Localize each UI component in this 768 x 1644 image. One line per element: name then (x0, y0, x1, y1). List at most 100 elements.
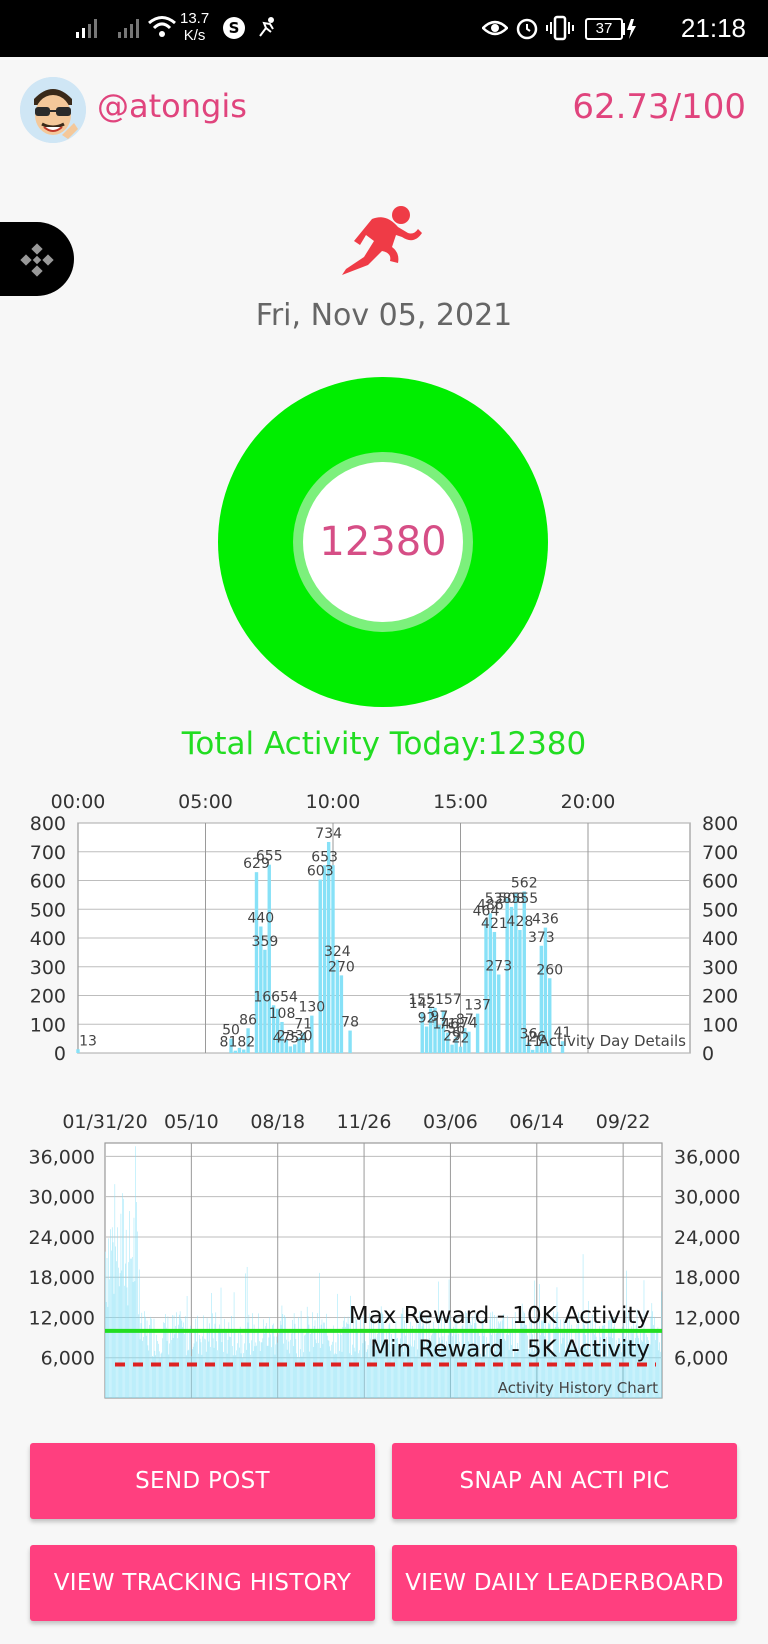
data-label: 74 (460, 1016, 478, 1032)
history-bar (161, 1352, 163, 1398)
history-bar (262, 1338, 264, 1398)
y-tick-label: 30,000 (29, 1187, 95, 1209)
chart-bar (458, 1046, 463, 1053)
history-bar (307, 1316, 309, 1398)
chart-bar (424, 1026, 429, 1053)
history-bar (296, 1353, 297, 1398)
history-bar (353, 1347, 355, 1398)
history-bar (319, 1272, 320, 1398)
y-tick-label: 700 (30, 842, 66, 864)
data-label: 86 (239, 1012, 257, 1028)
history-bar (155, 1355, 157, 1398)
y-tick-label: 200 (30, 986, 66, 1008)
history-bar (252, 1313, 253, 1398)
data-label: 421 (481, 916, 508, 932)
ring-inner-band: 12380 (293, 452, 473, 632)
history-bar (331, 1344, 332, 1398)
history-bar (151, 1355, 153, 1398)
history-bar (220, 1287, 222, 1398)
vibrate-icon (546, 15, 574, 41)
history-bar (131, 1256, 133, 1398)
history-bar (175, 1325, 177, 1398)
history-bar (310, 1334, 311, 1398)
history-bar (283, 1343, 284, 1398)
history-bar (140, 1323, 142, 1398)
history-bar (270, 1334, 271, 1398)
history-bar (415, 1356, 417, 1398)
chart-bar (318, 879, 322, 1053)
history-bar (214, 1323, 216, 1398)
history-bar (306, 1331, 307, 1398)
history-bar (358, 1353, 359, 1398)
history-bar (105, 1251, 106, 1398)
history-bar (191, 1356, 192, 1398)
history-bar (109, 1279, 110, 1398)
side-floating-tab[interactable] (0, 222, 74, 296)
history-bar (165, 1314, 166, 1398)
history-bar (184, 1334, 185, 1398)
history-bar (286, 1339, 287, 1398)
history-bar (192, 1349, 193, 1398)
data-label: 108 (269, 1006, 296, 1022)
history-bar (271, 1347, 272, 1398)
data-label: 13 (79, 1033, 97, 1049)
history-bar (255, 1342, 257, 1398)
signal-icon (118, 19, 139, 38)
y-tick-label-right: 600 (702, 871, 738, 893)
history-bar (130, 1258, 131, 1398)
history-bar (113, 1293, 115, 1398)
history-bar (134, 1281, 136, 1398)
history-bar (335, 1342, 337, 1398)
data-label: 359 (252, 934, 279, 950)
history-bar (260, 1342, 262, 1398)
history-bar (166, 1340, 168, 1398)
history-bar (133, 1217, 135, 1398)
view-daily-leaderboard-button[interactable]: VIEW DAILY LEADERBOARD (392, 1545, 737, 1621)
battery-indicator: 37 (585, 18, 623, 40)
history-bar (197, 1315, 198, 1398)
data-label: 428 (507, 914, 534, 930)
x-tick-label: 06/14 (509, 1111, 564, 1133)
history-bar (237, 1343, 238, 1398)
data-label: 655 (256, 849, 283, 865)
history-bar (365, 1341, 366, 1398)
history-bar (245, 1273, 246, 1398)
history-bar (261, 1342, 263, 1398)
ring-value: 12380 (303, 462, 463, 622)
chart-bar (484, 919, 488, 1053)
history-bar (299, 1349, 301, 1398)
activity-history-chart: 6,000 6,000 12,000 12,000 18,000 18,000 24,000… (29, 1111, 740, 1399)
history-bar (346, 1322, 347, 1398)
send-post-button[interactable]: SEND POST (30, 1443, 375, 1519)
history-bar (487, 1357, 489, 1398)
history-bar (236, 1350, 237, 1398)
history-bar (213, 1347, 215, 1398)
history-bar (315, 1339, 317, 1398)
history-bar (249, 1343, 250, 1398)
avatar[interactable] (20, 77, 86, 143)
history-bar (327, 1339, 329, 1398)
history-bar (148, 1350, 150, 1398)
history-bar (212, 1338, 214, 1398)
y-tick-label: 400 (30, 928, 66, 950)
history-bar (136, 1201, 137, 1398)
history-bar (138, 1269, 140, 1398)
history-bar (122, 1193, 123, 1398)
history-bar (313, 1326, 315, 1398)
history-bar (328, 1340, 330, 1398)
net-speed: 13.7 K/s (180, 10, 209, 44)
history-bar (333, 1354, 335, 1398)
history-bar (162, 1338, 163, 1398)
history-bar (210, 1346, 211, 1398)
history-bar (123, 1198, 124, 1398)
history-bar (132, 1282, 134, 1398)
view-tracking-history-button[interactable]: VIEW TRACKING HISTORY (30, 1545, 375, 1621)
history-bar (326, 1313, 327, 1398)
data-label: 16654 (253, 989, 298, 1005)
history-bar (291, 1333, 292, 1398)
y-tick-label-right: 700 (702, 842, 738, 864)
history-bar (233, 1292, 235, 1398)
snap-acti-pic-button[interactable]: SNAP AN ACTI PIC (392, 1443, 737, 1519)
history-bar (208, 1341, 210, 1398)
history-bar (149, 1324, 150, 1398)
